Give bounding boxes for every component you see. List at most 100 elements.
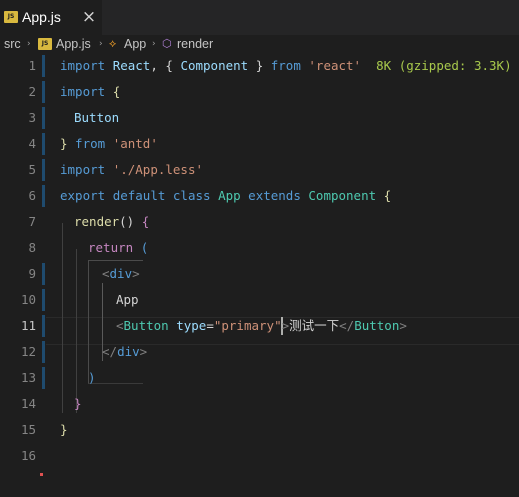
code-token: render: [74, 214, 120, 229]
code-token: div: [117, 344, 140, 359]
breadcrumb-folder[interactable]: src: [4, 35, 21, 53]
line-number: 14: [20, 396, 36, 411]
code-token: 'antd': [112, 136, 158, 151]
code-token: App: [116, 292, 139, 307]
error-marker: [40, 473, 43, 476]
git-change-indicator[interactable]: [42, 159, 45, 181]
git-change-indicator[interactable]: [42, 263, 45, 285]
line-number: 10: [20, 292, 36, 307]
code-token: React: [112, 58, 151, 73]
code-line[interactable]: }: [74, 391, 82, 417]
code-line[interactable]: <Button type="primary">测试一下</Button>: [116, 313, 407, 339]
code-line[interactable]: render() {: [74, 209, 149, 235]
code-line[interactable]: import {: [60, 79, 120, 105]
indent-guide: [76, 249, 77, 413]
code-token: 8K (gzipped: 3.3K): [361, 58, 512, 73]
code-line[interactable]: import './App.less': [60, 157, 203, 183]
code-token: ): [88, 370, 96, 385]
code-token: , {: [150, 58, 181, 73]
code-token: }: [60, 422, 68, 437]
breadcrumb-file[interactable]: App.js: [56, 35, 91, 53]
class-icon: ⟡: [109, 37, 117, 50]
code-token: "primary": [213, 318, 282, 333]
code-line[interactable]: export default class App extends Compone…: [60, 183, 391, 209]
git-change-indicator[interactable]: [42, 367, 45, 389]
code-token: }: [74, 396, 82, 411]
git-change-indicator[interactable]: [42, 315, 45, 337]
code-token: 测试一下: [289, 318, 340, 333]
code-token: </: [102, 344, 118, 359]
code-token: </: [339, 318, 355, 333]
code-token: default: [112, 188, 173, 203]
editor-window: JS App.js × src › JS App.js › ⟡ App › ⬡ …: [0, 0, 519, 497]
line-number: 11: [20, 318, 36, 333]
tab-app-js[interactable]: JS App.js ×: [0, 0, 102, 35]
code-token: 'react': [308, 58, 362, 73]
code-token: >: [139, 344, 148, 359]
line-number: 8: [28, 240, 36, 255]
code-line[interactable]: }: [60, 417, 68, 443]
breadcrumb-method[interactable]: render: [177, 35, 213, 53]
code-editor[interactable]: 1 import React, { Component } from 'react…: [0, 53, 519, 497]
line-number: 2: [28, 84, 36, 99]
code-line[interactable]: import React, { Component } from 'react'…: [60, 53, 512, 79]
code-token: <: [116, 318, 124, 333]
git-change-indicator[interactable]: [42, 81, 45, 103]
code-line[interactable]: ): [88, 365, 96, 391]
line-number: 16: [20, 448, 36, 463]
code-token: }: [248, 58, 271, 73]
code-line[interactable]: <div>: [102, 261, 140, 287]
line-number: 15: [20, 422, 36, 437]
git-change-indicator[interactable]: [42, 107, 45, 129]
tab-label: App.js: [22, 9, 61, 25]
close-icon[interactable]: ×: [80, 7, 98, 27]
code-line[interactable]: return (: [88, 235, 148, 261]
line-number: 5: [28, 162, 36, 177]
code-token: class: [172, 188, 219, 203]
code-token: {: [141, 214, 150, 229]
line-number: 9: [28, 266, 36, 281]
line-number: 4: [28, 136, 36, 151]
code-token: >: [399, 318, 407, 333]
line-number: 6: [28, 188, 36, 203]
code-token: {: [112, 84, 121, 99]
code-token: Component: [308, 188, 384, 203]
chevron-right-icon: ›: [152, 39, 156, 49]
code-token: import: [60, 162, 113, 177]
code-line[interactable]: } from 'antd': [60, 131, 158, 157]
git-change-indicator[interactable]: [42, 341, 45, 363]
code-line[interactable]: </div>: [102, 339, 147, 365]
code-token: Button: [123, 318, 177, 333]
js-file-icon: JS: [4, 11, 18, 23]
code-token: <: [102, 266, 110, 281]
js-file-icon: JS: [38, 38, 52, 50]
code-token: Button: [354, 318, 400, 333]
code-token: (: [140, 240, 149, 255]
code-token: import: [60, 84, 113, 99]
line-number: 12: [20, 344, 36, 359]
breadcrumb-class[interactable]: App: [124, 35, 146, 53]
chevron-right-icon: ›: [27, 39, 31, 49]
code-token: div: [109, 266, 133, 281]
chevron-right-icon: ›: [99, 39, 103, 49]
code-token: import: [60, 58, 113, 73]
code-line[interactable]: App: [116, 287, 139, 313]
line-number: 3: [28, 110, 36, 125]
code-token: >: [281, 318, 290, 333]
git-change-indicator[interactable]: [42, 185, 45, 207]
code-token: >: [132, 266, 140, 281]
git-change-indicator[interactable]: [42, 289, 45, 311]
code-token: from: [270, 58, 309, 73]
git-change-indicator[interactable]: [42, 133, 45, 155]
code-token: Button: [74, 110, 120, 125]
breadcrumb: src › JS App.js › ⟡ App › ⬡ render: [0, 35, 519, 53]
code-token: Component: [180, 58, 249, 73]
line-number: 1: [28, 58, 36, 73]
code-token: return: [88, 240, 141, 255]
code-line[interactable]: Button: [74, 105, 119, 131]
code-token: type: [176, 318, 207, 333]
git-change-indicator[interactable]: [42, 55, 45, 77]
line-number: 13: [20, 370, 36, 385]
code-token: extends: [248, 188, 309, 203]
code-token: './App.less': [112, 162, 203, 177]
